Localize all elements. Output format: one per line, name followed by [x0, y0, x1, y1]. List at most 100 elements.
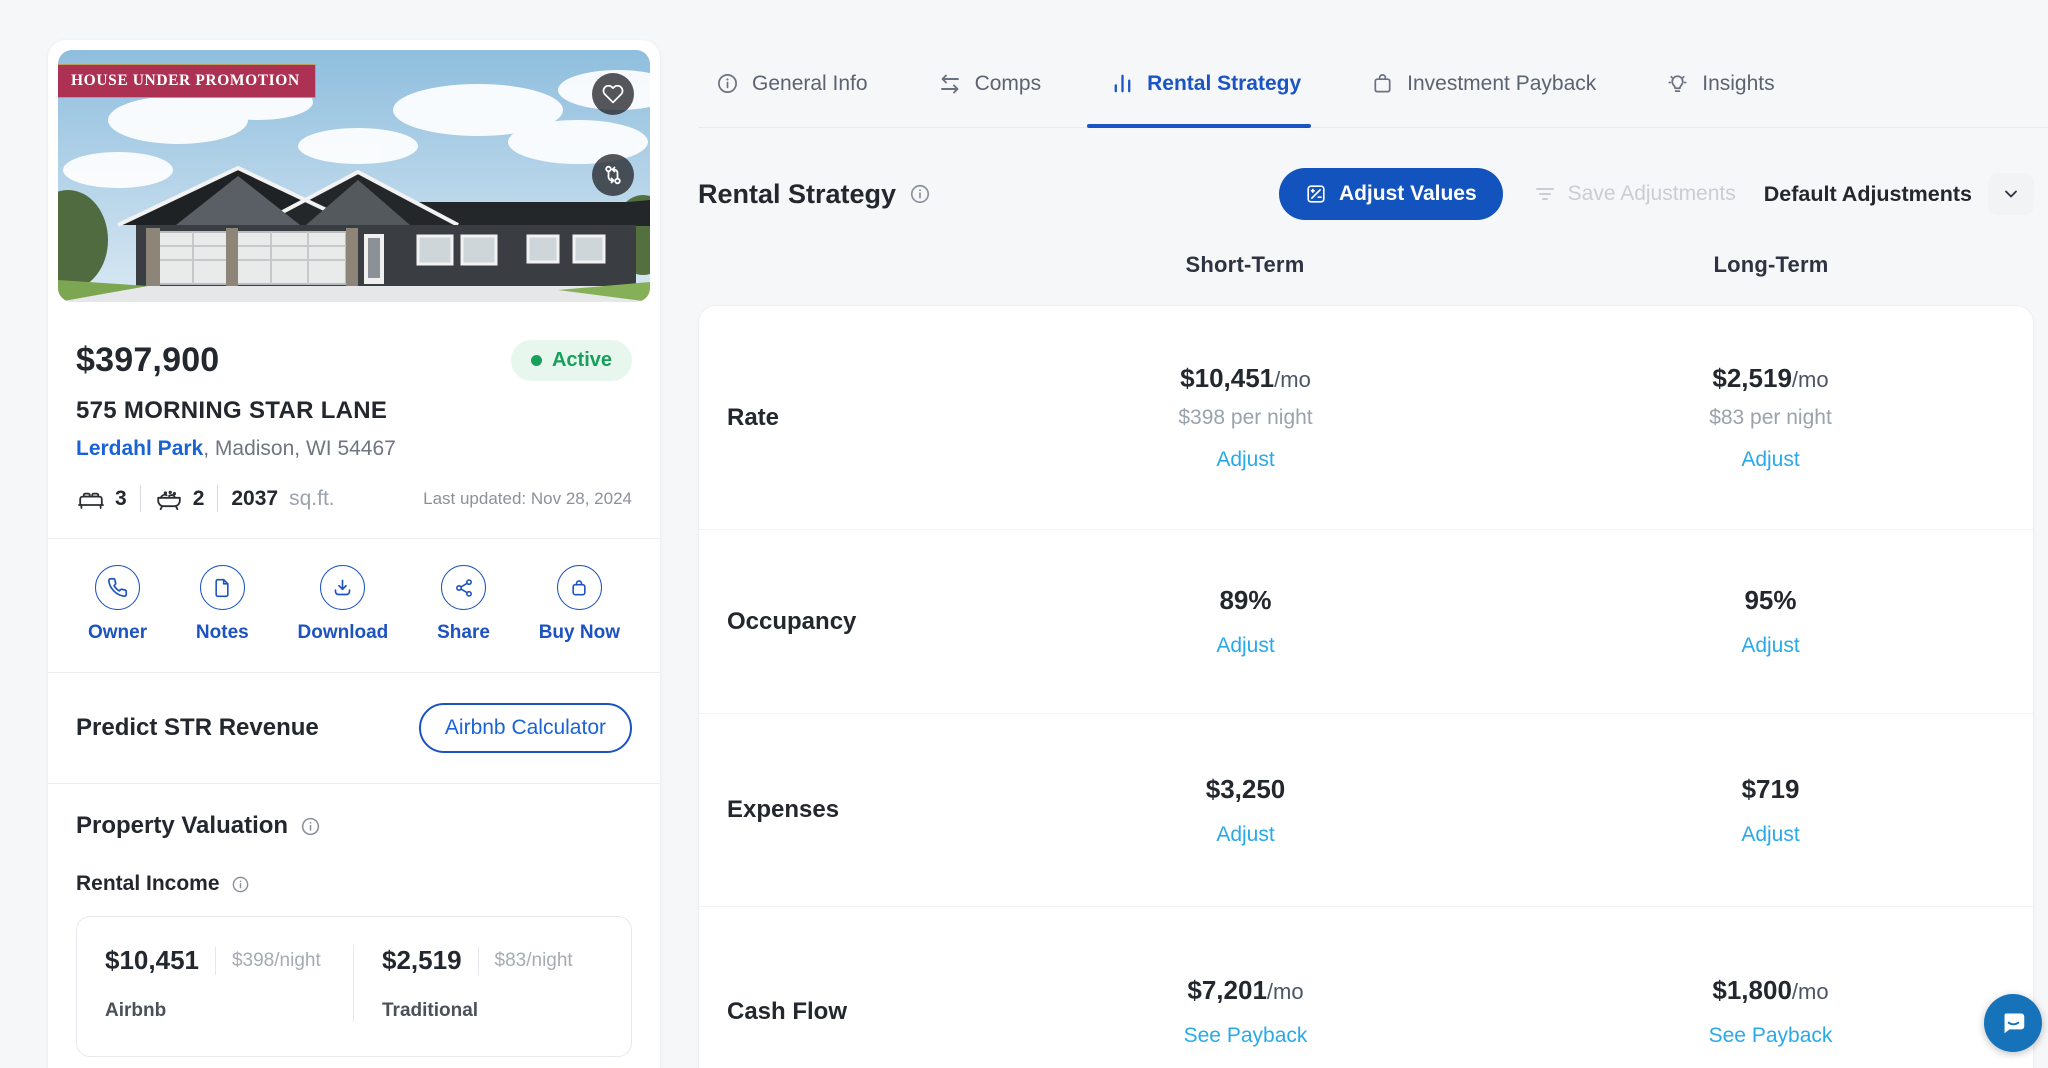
traditional-income-label: Traditional [382, 1000, 607, 1022]
bar-chart-icon [1111, 72, 1134, 95]
share-button[interactable]: Share [437, 565, 490, 644]
info-icon[interactable] [231, 875, 250, 894]
strategy-column-headers: Short-Term Long-Term [698, 252, 2034, 278]
share-label: Share [437, 622, 490, 644]
download-button[interactable]: Download [298, 565, 389, 644]
rental-strategy-title: Rental Strategy [698, 179, 896, 210]
neighborhood-link[interactable]: Lerdahl Park [76, 437, 203, 460]
occupancy-short-adjust-link[interactable]: Adjust [1216, 634, 1274, 658]
notes-button[interactable]: Notes [196, 565, 249, 644]
cash-flow-long-see-payback-link[interactable]: See Payback [1709, 1024, 1833, 1048]
rate-short-per-night: $398 per night [1178, 406, 1312, 430]
quick-actions: Owner Notes Download [48, 539, 660, 672]
tab-general-info[interactable]: General Info [716, 40, 868, 127]
airbnb-income-label: Airbnb [105, 1000, 329, 1022]
bag-icon [1371, 72, 1394, 95]
detail-tabs: General Info Comps Rental Strategy Inves… [698, 40, 2048, 128]
occupancy-long-term-cell: 95% Adjust [1508, 530, 2033, 713]
rate-long-adjust-link[interactable]: Adjust [1741, 448, 1799, 472]
favorite-button[interactable] [592, 73, 634, 115]
tab-insights[interactable]: Insights [1666, 40, 1774, 127]
expenses-long-adjust-link[interactable]: Adjust [1741, 823, 1799, 847]
beds-stat: 3 [76, 487, 127, 511]
traditional-per-night: $83/night [495, 950, 573, 972]
heart-icon [602, 83, 624, 105]
info-icon [716, 72, 739, 95]
property-card: HOUSE UNDER PROMOTION $397,900 Active 57… [48, 40, 660, 1068]
adjustments-preset-label: Default Adjustments [1764, 182, 1972, 207]
cash-flow-long-value: $1,800 [1712, 975, 1792, 1005]
baths-stat: 2 [154, 487, 205, 511]
occupancy-short-term-cell: 89% Adjust [983, 530, 1508, 713]
status-badge: Active [511, 340, 632, 381]
compare-button[interactable] [592, 154, 634, 196]
cash-flow-short-suffix: /mo [1267, 979, 1304, 1004]
rate-short-value: $10,451 [1180, 363, 1274, 393]
address-line: 575 MORNING STAR LANE [48, 381, 660, 425]
notes-label: Notes [196, 622, 249, 644]
swap-arrows-icon [938, 72, 962, 96]
tab-comps[interactable]: Comps [938, 40, 1042, 127]
expenses-short-term-cell: $3,250 Adjust [983, 714, 1508, 906]
bed-icon [76, 487, 106, 511]
airbnb-per-night: $398/night [232, 950, 321, 972]
airbnb-income-amount: $10,451 [105, 945, 199, 976]
info-icon[interactable] [909, 183, 931, 205]
sqft-stat: 2037 sq.ft. [231, 487, 334, 511]
share-icon [454, 578, 474, 598]
expenses-long-term-cell: $719 Adjust [1508, 714, 2033, 906]
cash-flow-long-term-cell: $1,800/mo See Payback [1508, 907, 2033, 1068]
airbnb-calculator-button[interactable]: Airbnb Calculator [419, 703, 632, 753]
occupancy-long-value: 95% [1744, 585, 1796, 615]
property-stats: 3 2 2037 sq.ft. Last updated: Nov 28, 20… [76, 485, 632, 512]
rate-short-adjust-link[interactable]: Adjust [1216, 448, 1274, 472]
rate-long-per-night: $83 per night [1709, 406, 1832, 430]
tab-investment-payback[interactable]: Investment Payback [1371, 40, 1596, 127]
row-label: Rate [699, 306, 983, 529]
owner-button[interactable]: Owner [88, 565, 147, 644]
expenses-short-adjust-link[interactable]: Adjust [1216, 823, 1274, 847]
save-adjustments-button[interactable]: Save Adjustments [1533, 182, 1736, 206]
divider [215, 947, 216, 975]
property-valuation-title: Property Valuation [76, 812, 288, 840]
occupancy-long-adjust-link[interactable]: Adjust [1741, 634, 1799, 658]
table-row-occupancy: Occupancy 89% Adjust 95% Adjust [699, 529, 2033, 713]
save-adjustments-label: Save Adjustments [1568, 182, 1736, 206]
promotion-badge: HOUSE UNDER PROMOTION [58, 64, 316, 98]
property-price: $397,900 [76, 341, 219, 380]
info-icon[interactable] [300, 816, 321, 837]
preset-dropdown-button[interactable] [1988, 173, 2034, 215]
city-state-zip: , Madison, WI 54467 [203, 437, 396, 460]
table-row-expenses: Expenses $3,250 Adjust $719 Adjust [699, 713, 2033, 906]
beds-value: 3 [115, 487, 127, 511]
long-term-column-header: Long-Term [1508, 252, 2034, 278]
chat-launcher-button[interactable] [1984, 994, 2042, 1052]
last-updated: Last updated: Nov 28, 2024 [423, 489, 632, 509]
table-row-cash-flow: Cash Flow $7,201/mo See Payback $1,800/m… [699, 906, 2033, 1068]
baths-value: 2 [193, 487, 205, 511]
divider [140, 485, 141, 512]
row-label: Occupancy [699, 530, 983, 713]
buy-now-label: Buy Now [539, 622, 620, 644]
traditional-income-amount: $2,519 [382, 945, 462, 976]
compare-icon [601, 163, 625, 187]
short-term-column-header: Short-Term [982, 252, 1508, 278]
adjust-values-button[interactable]: Adjust Values [1279, 168, 1503, 220]
tab-label: Insights [1702, 72, 1774, 96]
filter-lines-icon [1533, 182, 1557, 206]
buy-now-button[interactable]: Buy Now [539, 565, 620, 644]
chevron-down-icon [2001, 184, 2021, 204]
rental-income-label: Rental Income [76, 872, 220, 896]
cash-flow-short-see-payback-link[interactable]: See Payback [1184, 1024, 1308, 1048]
airbnb-income: $10,451 $398/night Airbnb [77, 945, 354, 1022]
tab-label: General Info [752, 72, 868, 96]
adjust-icon [1305, 183, 1327, 205]
divider [478, 947, 479, 975]
rate-short-term-cell: $10,451/mo $398 per night Adjust [983, 306, 1508, 529]
rate-long-suffix: /mo [1792, 367, 1829, 392]
tab-rental-strategy[interactable]: Rental Strategy [1111, 40, 1301, 127]
status-label: Active [552, 349, 612, 372]
document-icon [212, 578, 232, 598]
rate-long-value: $2,519 [1712, 363, 1792, 393]
owner-label: Owner [88, 622, 147, 644]
